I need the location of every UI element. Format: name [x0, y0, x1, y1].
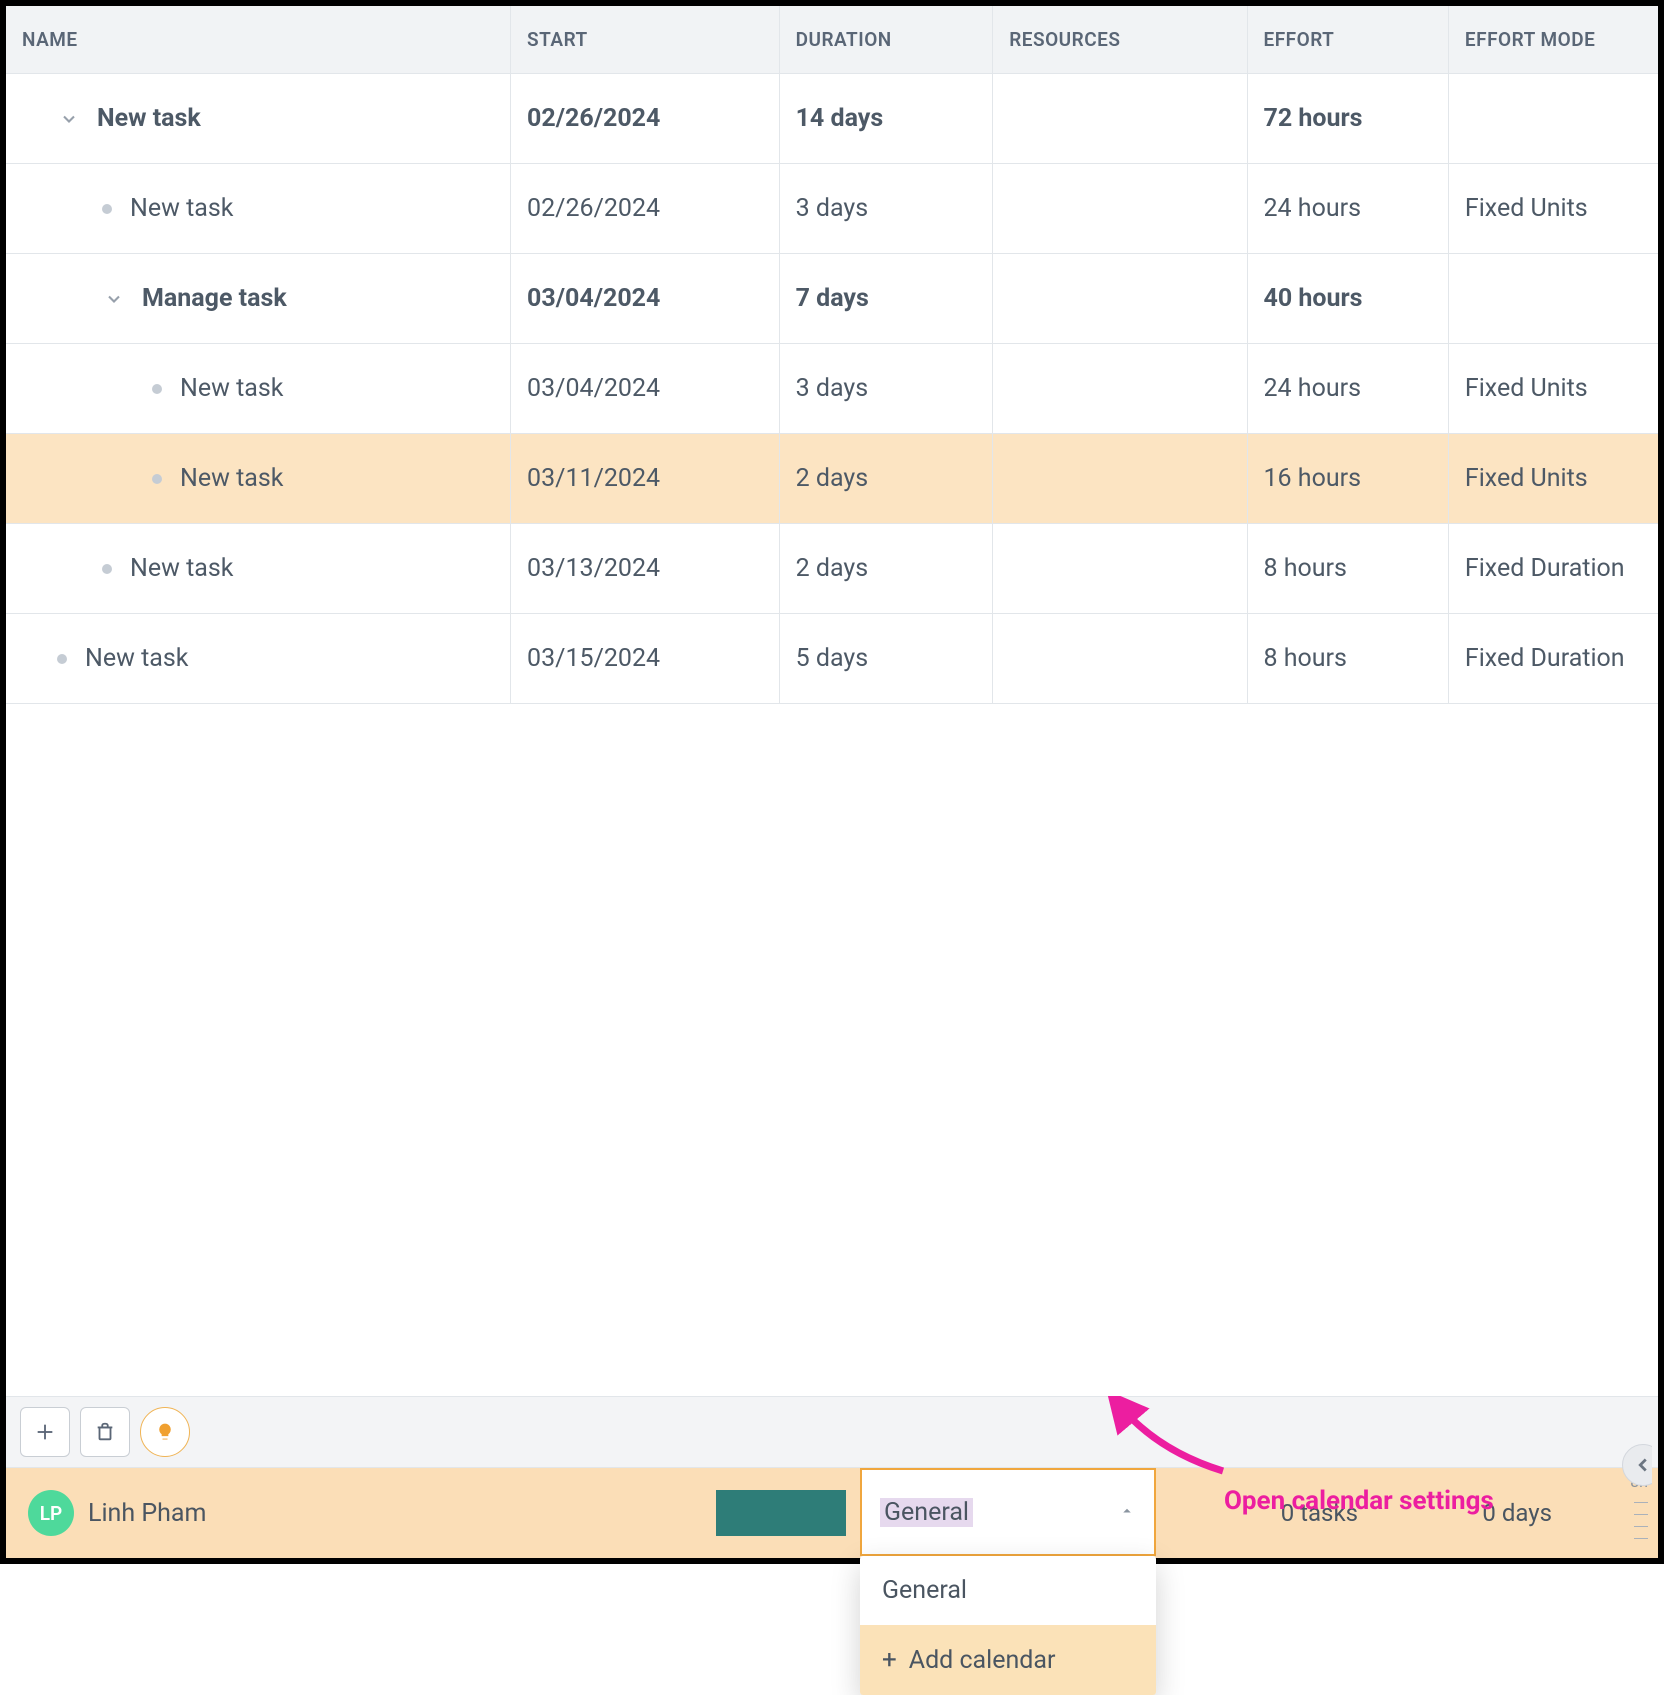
bullet-icon — [57, 654, 67, 664]
cell-start[interactable]: 03/04/2024 — [511, 254, 780, 344]
add-calendar-label: Add calendar — [909, 1646, 1056, 1675]
cell-effort[interactable]: 24 hours — [1247, 164, 1448, 254]
cell-mode[interactable] — [1448, 254, 1658, 344]
table-row[interactable]: New task 03/11/20242 days 16 hoursFixed Un… — [6, 434, 1658, 524]
cell-duration[interactable]: 2 days — [779, 524, 993, 614]
add-resource-button[interactable] — [20, 1407, 70, 1457]
cell-mode[interactable]: Fixed Duration — [1448, 614, 1658, 704]
cell-resources[interactable] — [993, 254, 1247, 344]
col-mode[interactable]: EFFORT MODE — [1448, 6, 1658, 74]
table-row[interactable]: Manage task 03/04/20247 days 40 hours — [6, 254, 1658, 344]
task-name[interactable]: New task — [130, 554, 233, 583]
cell-duration[interactable]: 14 days — [779, 74, 993, 164]
tip-button[interactable] — [140, 1407, 190, 1457]
cell-mode[interactable] — [1448, 74, 1658, 164]
lightbulb-icon — [155, 1422, 175, 1442]
task-name[interactable]: Manage task — [142, 284, 287, 313]
dropdown-option-label: General — [882, 1576, 967, 1605]
resource-toolbar — [6, 1396, 1658, 1468]
plus-icon — [34, 1421, 56, 1443]
annotation-text: Open calendar settings — [1224, 1486, 1494, 1516]
bullet-icon — [152, 474, 162, 484]
cell-start[interactable]: 02/26/2024 — [511, 164, 780, 254]
calendar-dropdown: General + Add calendar — [860, 1556, 1156, 1695]
col-res[interactable]: RESOURCES — [993, 6, 1247, 74]
table-row[interactable]: New task 02/26/20243 days 24 hoursFixed Un… — [6, 164, 1658, 254]
chevron-down-icon[interactable] — [57, 107, 81, 131]
cell-duration[interactable]: 2 days — [779, 434, 993, 524]
cell-resources[interactable] — [993, 614, 1247, 704]
task-name[interactable]: New task — [130, 194, 233, 223]
cell-start[interactable]: 03/04/2024 — [511, 344, 780, 434]
table-row[interactable]: New task 03/15/20245 days 8 hoursFixed Dur… — [6, 614, 1658, 704]
cell-effort[interactable]: 16 hours — [1247, 434, 1448, 524]
cell-duration[interactable]: 5 days — [779, 614, 993, 704]
cell-effort[interactable]: 24 hours — [1247, 344, 1448, 434]
bullet-icon — [152, 384, 162, 394]
table-row[interactable]: New task 03/04/20243 days 24 hoursFixed Un… — [6, 344, 1658, 434]
task-name[interactable]: New task — [85, 644, 188, 673]
avatar: LP — [28, 1490, 74, 1536]
resource-color-swatch[interactable] — [716, 1490, 846, 1536]
task-name[interactable]: New task — [97, 104, 201, 133]
cell-effort[interactable]: 72 hours — [1247, 74, 1448, 164]
cell-mode[interactable]: Fixed Units — [1448, 434, 1658, 524]
cell-resources[interactable] — [993, 164, 1247, 254]
cell-start[interactable]: 03/11/2024 — [511, 434, 780, 524]
cell-effort[interactable]: 40 hours — [1247, 254, 1448, 344]
cell-start[interactable]: 03/13/2024 — [511, 524, 780, 614]
table-row[interactable]: New task 02/26/202414 days 72 hours — [6, 74, 1658, 164]
table-header-row: NAME START DURATION RESOURCES EFFORT EFF… — [6, 6, 1658, 74]
cell-effort[interactable]: 8 hours — [1247, 614, 1448, 704]
cell-duration[interactable]: 3 days — [779, 164, 993, 254]
cell-mode[interactable]: Fixed Units — [1448, 164, 1658, 254]
task-name[interactable]: New task — [180, 464, 283, 493]
task-name[interactable]: New task — [180, 374, 283, 403]
cell-mode[interactable]: Fixed Duration — [1448, 524, 1658, 614]
cell-resources[interactable] — [993, 434, 1247, 524]
col-eff[interactable]: EFFORT — [1247, 6, 1448, 74]
col-name[interactable]: NAME — [6, 6, 511, 74]
caret-up-icon — [1118, 1498, 1136, 1526]
cell-duration[interactable]: 3 days — [779, 344, 993, 434]
cell-mode[interactable]: Fixed Units — [1448, 344, 1658, 434]
delete-resource-button[interactable] — [80, 1407, 130, 1457]
bullet-icon — [102, 204, 112, 214]
calendar-selected-value: General — [880, 1498, 973, 1527]
calendar-option-general[interactable]: General — [860, 1556, 1156, 1625]
chevron-left-icon — [1632, 1454, 1654, 1476]
cell-resources[interactable] — [993, 344, 1247, 434]
cell-resources[interactable] — [993, 524, 1247, 614]
cell-start[interactable]: 03/15/2024 — [511, 614, 780, 704]
add-calendar-item[interactable]: + Add calendar — [860, 1625, 1156, 1695]
cell-start[interactable]: 02/26/2024 — [511, 74, 780, 164]
cell-resources[interactable] — [993, 74, 1247, 164]
col-start[interactable]: START — [511, 6, 780, 74]
chevron-down-icon[interactable] — [102, 287, 126, 311]
plus-icon: + — [882, 1645, 897, 1675]
calendar-select[interactable]: General — [860, 1468, 1156, 1556]
cell-effort[interactable]: 8 hours — [1247, 524, 1448, 614]
table-row[interactable]: New task 03/13/20242 days 8 hoursFixed Dur… — [6, 524, 1658, 614]
trash-icon — [94, 1421, 116, 1443]
task-table: NAME START DURATION RESOURCES EFFORT EFF… — [6, 6, 1658, 704]
col-dur[interactable]: DURATION — [779, 6, 993, 74]
resource-name[interactable]: Linh Pham — [88, 1499, 206, 1528]
cell-duration[interactable]: 7 days — [779, 254, 993, 344]
bullet-icon — [102, 564, 112, 574]
